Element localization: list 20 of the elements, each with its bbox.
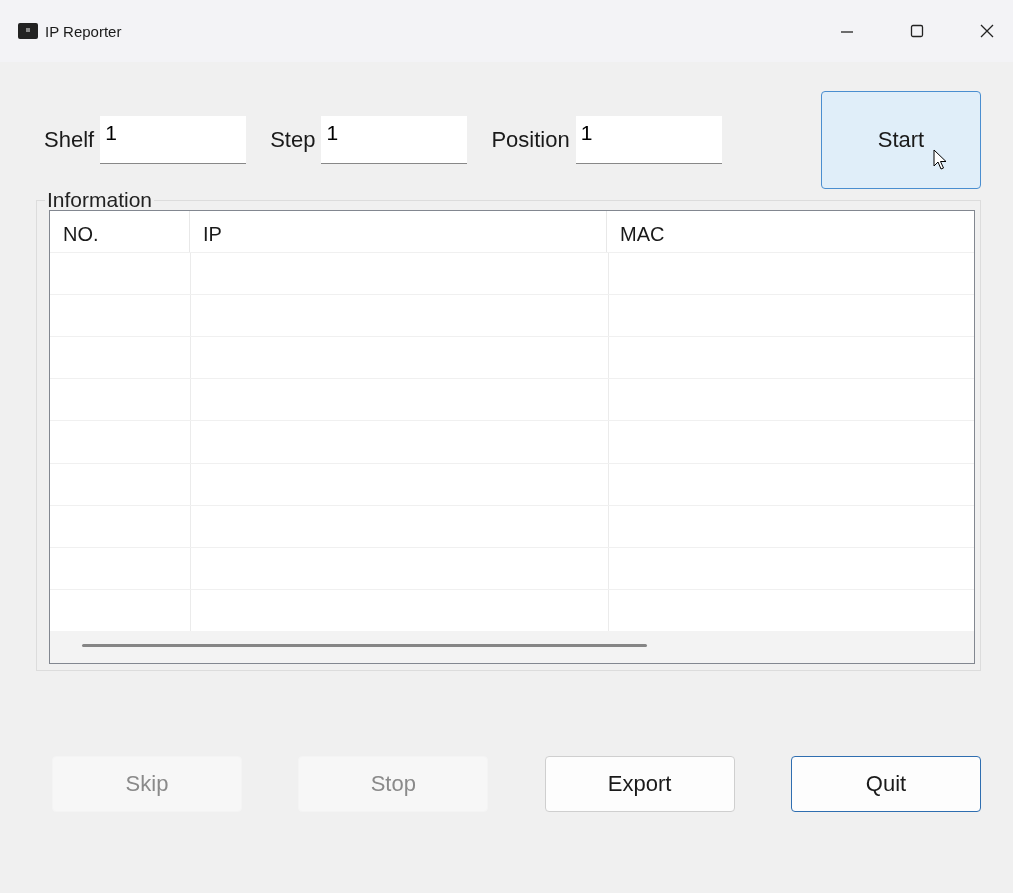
- field-label: Shelf: [44, 127, 95, 153]
- action-button[interactable]: Quit: [791, 756, 981, 812]
- start-button[interactable]: Start: [821, 91, 981, 189]
- field-label: Step: [270, 127, 316, 153]
- app-icon: [18, 23, 38, 39]
- column-header[interactable]: MAC: [607, 211, 974, 253]
- maximize-icon[interactable]: [909, 23, 925, 39]
- cursor-icon: [933, 149, 947, 171]
- window-title: IP Reporter: [45, 22, 122, 40]
- scrollbar-thumb[interactable]: [82, 643, 647, 647]
- horizontal-scrollbar[interactable]: [50, 630, 974, 663]
- input-field[interactable]: 1: [100, 116, 247, 164]
- field-label: Position: [491, 127, 570, 153]
- input-field[interactable]: 1: [575, 116, 722, 164]
- action-button[interactable]: Export: [544, 756, 735, 812]
- column-header[interactable]: IP: [190, 211, 607, 253]
- close-icon[interactable]: [979, 23, 995, 39]
- group-title: Information: [46, 188, 154, 212]
- input-field[interactable]: 1: [321, 116, 468, 164]
- column-header[interactable]: NO.: [50, 211, 190, 253]
